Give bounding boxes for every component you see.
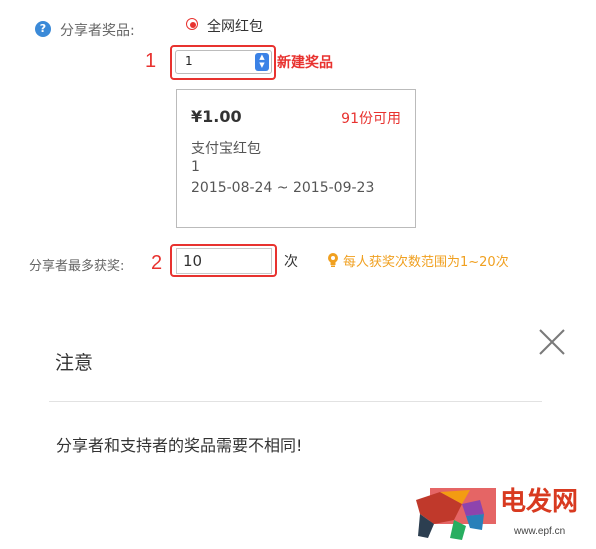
- question-circle-icon[interactable]: ?: [35, 21, 51, 37]
- radio-selected-dot: [190, 22, 196, 28]
- prize-select[interactable]: 1 ▲ ▼: [175, 50, 272, 74]
- watermark-text: 电发网: [500, 486, 578, 517]
- prize-available-count: 91份可用: [341, 111, 401, 127]
- annotation-marker-2: 2: [151, 252, 163, 274]
- prize-label: 分享者奖品:: [60, 23, 135, 39]
- watermark-url: www.epf.cn: [513, 526, 565, 537]
- times-unit: 次: [284, 254, 298, 270]
- dialog-divider: [49, 401, 542, 402]
- dialog-title: 注意: [55, 352, 94, 374]
- hint-text: 每人获奖次数范围为1~20次: [343, 255, 509, 270]
- select-arrows-icon[interactable]: ▲ ▼: [255, 53, 269, 71]
- prize-select-value: 1: [185, 54, 193, 68]
- prize-amount: ¥1.00: [191, 107, 242, 126]
- new-prize-link[interactable]: 新建奖品: [277, 52, 333, 72]
- prize-date-range: 2015-08-24 ~ 2015-09-23: [191, 180, 375, 196]
- prize-type: 支付宝红包: [191, 141, 261, 157]
- watermark-logo: 电发网 www.epf.cn: [416, 486, 578, 540]
- radio-label[interactable]: 全网红包: [207, 16, 263, 36]
- radio-all-network-red-packet[interactable]: [186, 18, 198, 30]
- annotation-marker-1: 1: [145, 50, 157, 72]
- prize-quantity: 1: [191, 159, 200, 175]
- close-icon[interactable]: [537, 327, 567, 357]
- max-wins-label: 分享者最多获奖:: [29, 259, 125, 274]
- dialog-message: 分享者和支持者的奖品需要不相同!: [56, 436, 303, 455]
- annotation-highlight-2: [170, 244, 277, 277]
- prize-card: ¥1.00 91份可用 支付宝红包 1 2015-08-24 ~ 2015-09…: [176, 89, 416, 228]
- lightbulb-icon: [328, 253, 338, 267]
